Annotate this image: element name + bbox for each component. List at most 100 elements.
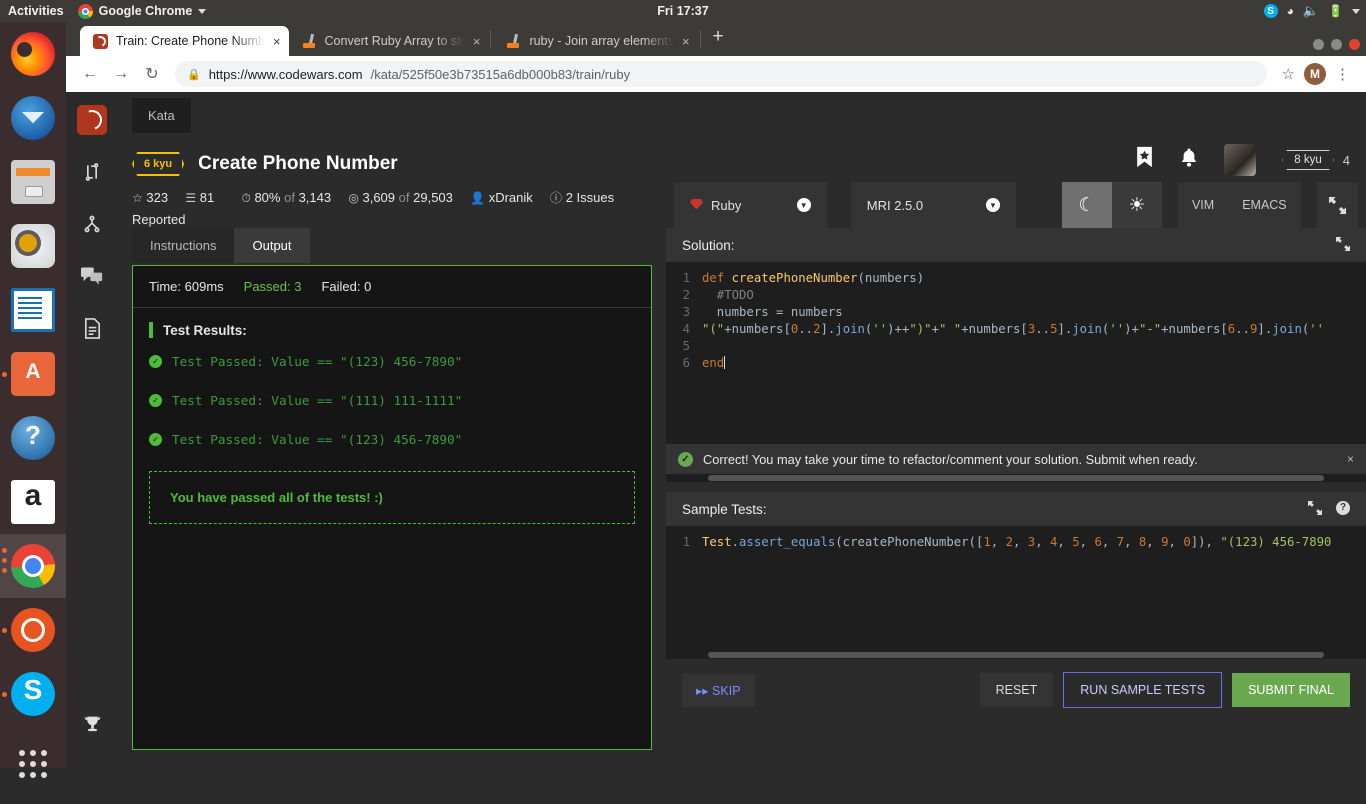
lock-icon: 🔒	[187, 68, 201, 81]
show-applications-icon	[11, 750, 55, 794]
reset-button[interactable]: RESET	[979, 673, 1054, 707]
page-title: Create Phone Number	[198, 153, 398, 174]
all-tests-passed-banner: You have passed all of the tests! :)	[149, 471, 635, 524]
kata-breadcrumb[interactable]: Kata	[132, 98, 191, 133]
solution-editor[interactable]: 1 def createPhoneNumber(numbers) 2 #TODO 3 …	[666, 262, 1366, 444]
bell-icon[interactable]	[1180, 147, 1198, 174]
dock-item-help[interactable]	[0, 406, 66, 470]
skype-tray-icon[interactable]: S	[1263, 4, 1278, 18]
code-text: Test.assert_equals(createPhoneNumber([1,…	[702, 535, 1332, 549]
skip-label: SKIP	[712, 683, 741, 698]
test-result-text: Test Passed: Value == "(111) 111-1111"	[172, 393, 463, 408]
close-tab-icon[interactable]: ×	[273, 34, 281, 49]
dock-item-amazon[interactable]	[0, 470, 66, 534]
profile-avatar[interactable]: M	[1304, 63, 1326, 85]
run-sample-tests-button[interactable]: RUN SAMPLE TESTS	[1063, 672, 1223, 708]
test-result-text: Test Passed: Value == "(123) 456-7890"	[172, 354, 463, 369]
help-icon[interactable]: ?	[1336, 500, 1350, 515]
emacs-mode-button[interactable]: EMACS	[1228, 182, 1300, 228]
browser-tab-0[interactable]: Train: Create Phone Numb ×	[80, 26, 289, 56]
wifi-icon[interactable]: ◕	[1287, 4, 1294, 18]
sample-tests-editor[interactable]: 1 Test.assert_equals(createPhoneNumber([1…	[666, 526, 1366, 651]
kata-author[interactable]: xDranik	[489, 190, 533, 205]
output-body: Test Results: ✓ Test Passed: Value == "(…	[133, 308, 651, 538]
completed-of-label: of	[398, 190, 410, 205]
issues-count: 2	[565, 190, 573, 205]
battery-icon[interactable]: 🔋	[1328, 4, 1343, 18]
dark-theme-button[interactable]: ☾	[1061, 182, 1112, 228]
user-rank-group: 8 kyu 4	[1282, 150, 1350, 170]
line-number: 2	[682, 288, 690, 302]
reload-icon[interactable]: ↻	[138, 60, 166, 88]
action-bar: ▸▸ SKIP RESET RUN SAMPLE TESTS SUBMIT FI…	[666, 659, 1366, 721]
dock-item-skype[interactable]	[0, 662, 66, 726]
tab-instructions[interactable]: Instructions	[132, 228, 235, 263]
sidebar-item-trophy[interactable]	[76, 708, 108, 740]
theme-toggle-group: ☾ ☀	[1061, 182, 1162, 228]
sample-tests-heading: Sample Tests:	[682, 501, 767, 517]
close-tab-icon[interactable]: ×	[682, 34, 690, 49]
bookmark-star-icon[interactable]: ☆	[1276, 65, 1301, 83]
dock-item-firefox[interactable]	[0, 22, 66, 86]
test-results-heading: Test Results:	[149, 322, 635, 338]
tab-output[interactable]: Output	[234, 228, 310, 263]
avatar[interactable]	[1224, 144, 1257, 176]
kata-stars: 323	[146, 190, 169, 205]
dock-item-rhythmbox[interactable]	[0, 214, 66, 278]
dropdown-arrow-icon[interactable]	[1352, 8, 1360, 14]
runtime-select[interactable]: MRI 2.5.0 ▼	[850, 182, 1016, 228]
new-tab-button[interactable]: +	[703, 26, 734, 52]
light-theme-button[interactable]: ☀	[1111, 182, 1162, 228]
sidebar-item-shuffle[interactable]	[76, 156, 108, 188]
dock-item-ubuntu[interactable]	[0, 598, 66, 662]
passed-label: Passed: 3	[243, 279, 302, 294]
clock[interactable]: Fri 17:37	[0, 4, 1366, 18]
sample-tests-hscrollbar[interactable]	[666, 651, 1366, 659]
amazon-icon	[11, 480, 55, 524]
language-select[interactable]: Ruby ▼	[674, 182, 827, 228]
solution-fullscreen-icon[interactable]	[1336, 236, 1350, 254]
vim-mode-button[interactable]: VIM	[1178, 182, 1228, 228]
sidebar-item-home[interactable]	[76, 104, 108, 136]
dock-item-show-applications[interactable]	[0, 740, 66, 804]
sidebar-item-discussion[interactable]	[76, 260, 108, 292]
chrome-menu-icon[interactable]: ⋮	[1329, 67, 1356, 82]
keybinding-group: VIM EMACS	[1177, 182, 1301, 228]
sample-tests-fullscreen-icon[interactable]	[1308, 500, 1322, 518]
success-notice: ✓ Correct! You may take your time to ref…	[666, 444, 1366, 474]
close-window-button[interactable]	[1349, 39, 1360, 50]
fork-icon	[84, 215, 100, 233]
solution-hscrollbar[interactable]	[666, 474, 1366, 482]
dock-item-software[interactable]	[0, 342, 66, 406]
dock-item-thunderbird[interactable]	[0, 86, 66, 150]
satisfaction-of-label: of	[284, 190, 295, 205]
minimize-button[interactable]	[1313, 39, 1324, 50]
fullscreen-button[interactable]	[1316, 182, 1358, 228]
test-result-row: ✓ Test Passed: Value == "(123) 456-7890"	[149, 354, 635, 369]
chrome-window: Train: Create Phone Numb × Convert Ruby …	[66, 22, 1366, 768]
maximize-button[interactable]	[1331, 39, 1342, 50]
volume-icon[interactable]: 🔈	[1303, 3, 1319, 19]
close-tab-icon[interactable]: ×	[473, 34, 481, 49]
submit-final-button[interactable]: SUBMIT FINAL	[1232, 673, 1350, 707]
browser-tab-1[interactable]: Convert Ruby Array to str ×	[289, 26, 489, 56]
bookmark-icon[interactable]	[1135, 146, 1154, 174]
forward-icon[interactable]: →	[107, 60, 135, 88]
skip-button[interactable]: ▸▸ SKIP	[682, 673, 755, 707]
url-domain: https://www.codewars.com	[208, 66, 363, 82]
editor-toolbar: Ruby ▼ MRI 2.5.0 ▼ ☾ ☀ VIM EMACS	[666, 182, 1366, 228]
time-label: Time: 609ms	[149, 279, 224, 294]
sidebar-item-fork[interactable]	[76, 208, 108, 240]
dock-item-files[interactable]	[0, 150, 66, 214]
browser-tab-2[interactable]: ruby - Join array elements ×	[493, 26, 697, 56]
dock-item-chrome[interactable]	[0, 534, 66, 598]
dock-item-writer[interactable]	[0, 278, 66, 342]
address-bar[interactable]: 🔒 https://www.codewars.com/kata/525f50e3…	[175, 61, 1267, 87]
close-icon[interactable]: ×	[1347, 452, 1354, 466]
sidebar-item-document[interactable]	[76, 312, 108, 344]
output-summary-bar: Time: 609ms Passed: 3 Failed: 0	[133, 266, 651, 308]
trophy-icon	[84, 716, 100, 731]
back-icon[interactable]: ←	[76, 60, 104, 88]
test-result-row: ✓ Test Passed: Value == "(123) 456-7890"	[149, 432, 635, 447]
